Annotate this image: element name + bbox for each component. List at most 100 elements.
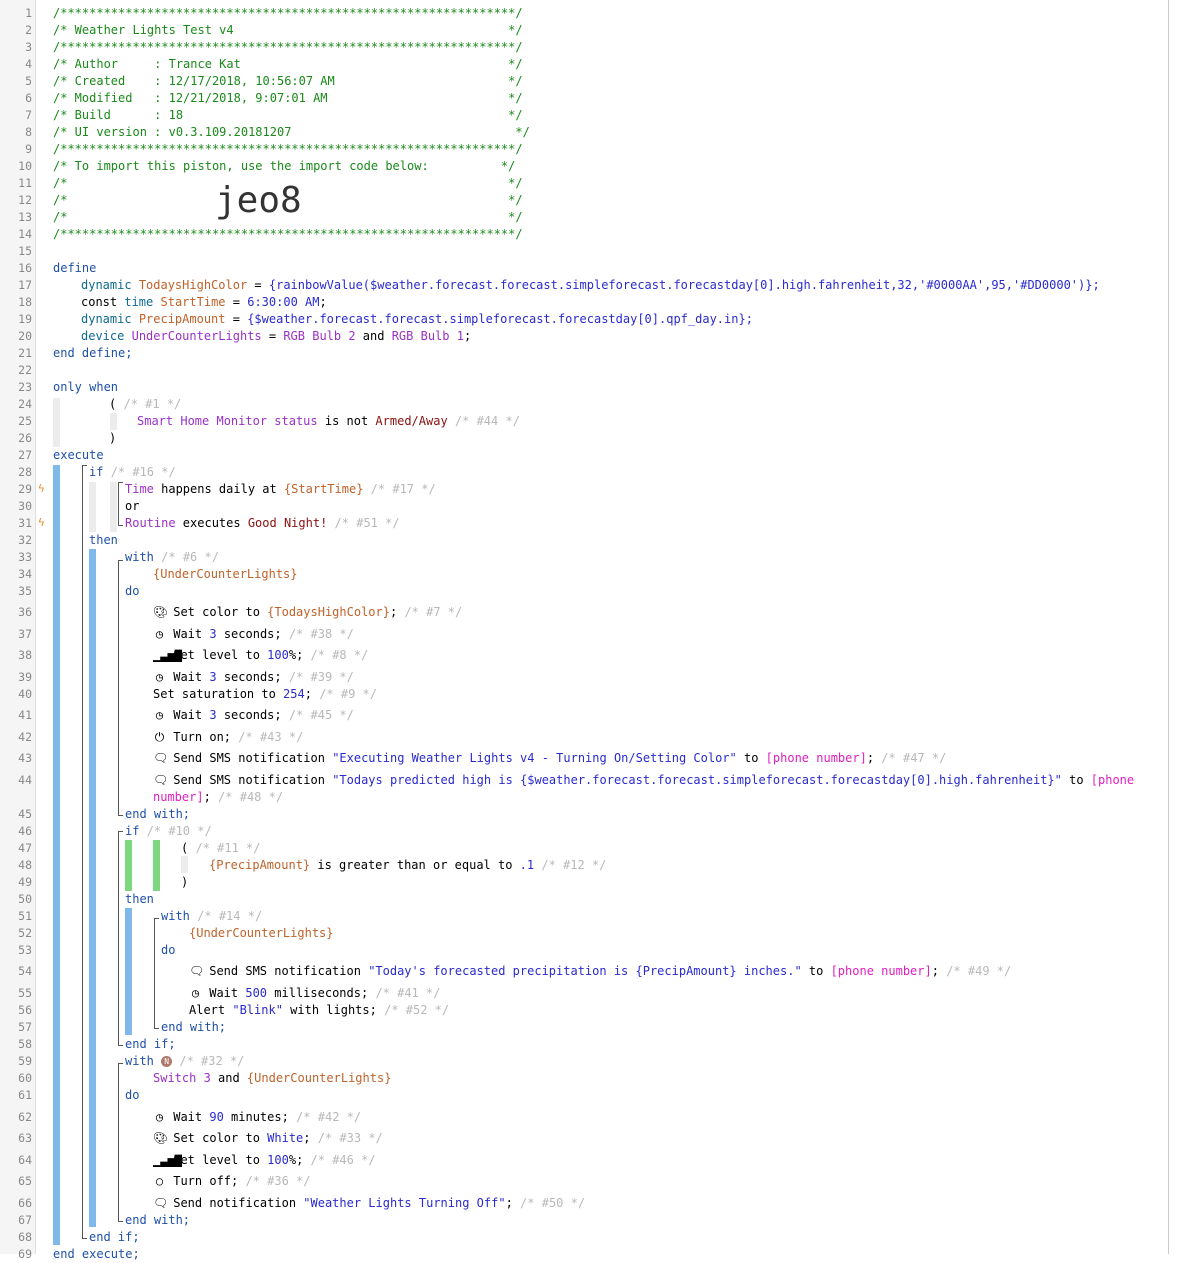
line-number: 47 bbox=[18, 841, 32, 855]
task-wait[interactable]: ◷ Wait 500 milliseconds; /* #41 */ bbox=[189, 985, 441, 1002]
line-number: 3 bbox=[25, 40, 32, 54]
line-number: 68 bbox=[18, 1230, 32, 1244]
task-send-sms[interactable]: 🗨︎ Send SMS notification "Executing Weat… bbox=[153, 750, 946, 767]
line-number: 36 bbox=[18, 605, 32, 619]
line-number: 33 bbox=[18, 550, 32, 564]
line-number: 42 bbox=[18, 730, 32, 744]
execute-bar bbox=[53, 465, 60, 1245]
task-send-sms[interactable]: 🗨︎ Send SMS notification "Todays predict… bbox=[153, 772, 1134, 789]
task-wait[interactable]: ◷ Wait 90 minutes; /* #42 */ bbox=[153, 1109, 361, 1126]
task-set-saturation[interactable]: Set saturation to 254; /* #9 */ bbox=[153, 686, 377, 703]
signal-bars-icon: ▁▃▅▇ bbox=[153, 648, 182, 662]
end-execute-keyword[interactable]: end execute; bbox=[53, 1246, 140, 1263]
end-define-keyword[interactable]: end define; bbox=[53, 345, 132, 362]
comment-border: /***************************************… bbox=[53, 6, 523, 20]
line-number: 26 bbox=[18, 431, 32, 445]
line-number: 41 bbox=[18, 708, 32, 722]
task-set-color[interactable]: 🎨︎ Set color to White; /* #33 */ bbox=[153, 1130, 383, 1147]
line-number: 38 bbox=[18, 648, 32, 662]
or-operator[interactable]: or bbox=[125, 498, 139, 515]
line-number: 16 bbox=[18, 261, 32, 275]
line-number: 55 bbox=[18, 986, 32, 1000]
condition-group-open[interactable]: ( /* #1 */ bbox=[109, 396, 181, 413]
with-bracket bbox=[154, 918, 159, 1029]
then-keyword[interactable]: then bbox=[125, 891, 154, 908]
import-code[interactable]: jeo8 bbox=[215, 180, 302, 221]
line-number: 5 bbox=[25, 74, 32, 88]
do-keyword[interactable]: do bbox=[161, 942, 175, 959]
task-send-sms-continued[interactable]: number]; /* #48 */ bbox=[153, 789, 283, 806]
variable-todays-high-color[interactable]: dynamic TodaysHighColor = {rainbowValue(… bbox=[81, 277, 1100, 294]
comment-icon: 🗨︎ bbox=[189, 964, 205, 978]
condition-shm-status[interactable]: Smart Home Monitor status is not Armed/A… bbox=[137, 413, 520, 430]
execute-keyword[interactable]: execute bbox=[53, 447, 104, 464]
task-wait[interactable]: ◷ Wait 3 seconds; /* #45 */ bbox=[153, 707, 354, 724]
variable-precip-amount[interactable]: dynamic PrecipAmount = {$weather.forecas… bbox=[81, 311, 753, 328]
comment-icon: 🗨︎ bbox=[153, 773, 169, 787]
line-number: 61 bbox=[18, 1088, 32, 1102]
variable-under-counter-lights[interactable]: device UnderCounterLights = RGB Bulb 2 a… bbox=[81, 328, 471, 345]
end-with-keyword[interactable]: end with; bbox=[161, 1019, 226, 1036]
condition-bracket bbox=[118, 482, 123, 526]
then-keyword[interactable]: then bbox=[89, 532, 118, 549]
line-number: 62 bbox=[18, 1110, 32, 1124]
with-statement[interactable]: with /* #14 */ bbox=[161, 908, 262, 925]
only-when-keyword[interactable]: only when bbox=[53, 379, 118, 396]
task-set-color[interactable]: 🎨︎ Set color to {TodaysHighColor}; /* #7… bbox=[153, 604, 462, 621]
task-send-notification[interactable]: 🗨︎ Send notification "Weather Lights Tur… bbox=[153, 1195, 585, 1212]
trigger-routine[interactable]: Routine executes Good Night! /* #51 */ bbox=[125, 515, 400, 532]
end-with-keyword[interactable]: end with; bbox=[125, 806, 190, 823]
condition-group-close[interactable]: ) bbox=[181, 874, 188, 891]
line-number: 29 bbox=[18, 482, 32, 496]
line-number: 27 bbox=[18, 448, 32, 462]
if-statement[interactable]: if /* #10 */ bbox=[125, 823, 212, 840]
comment-author: /* Author : Trance Kat */ bbox=[53, 57, 523, 71]
power-icon: ⏻ bbox=[154, 730, 165, 744]
line-number: 60 bbox=[18, 1071, 32, 1085]
trigger-time[interactable]: Time happens daily at {StartTime} /* #17… bbox=[125, 481, 436, 498]
clock-icon: ◷ bbox=[155, 708, 164, 722]
task-wait[interactable]: ◷ Wait 3 seconds; /* #39 */ bbox=[153, 669, 354, 686]
line-number: 22 bbox=[18, 363, 32, 377]
do-keyword[interactable]: do bbox=[125, 1087, 139, 1104]
line-number: 52 bbox=[18, 926, 32, 940]
condition-group-bar bbox=[181, 856, 188, 873]
task-turn-on[interactable]: ⏻ Turn on; /* #43 */ bbox=[153, 729, 304, 746]
line-number: 50 bbox=[18, 892, 32, 906]
with-statement[interactable]: with /* #6 */ bbox=[125, 549, 219, 566]
task-set-level[interactable]: ▁▃▅▇ Set level to 100%; /* #46 */ bbox=[153, 1152, 376, 1169]
device-ref[interactable]: Switch 3 and {UnderCounterLights} bbox=[153, 1070, 391, 1087]
task-send-sms[interactable]: 🗨︎ Send SMS notification "Today's foreca… bbox=[189, 963, 1011, 980]
device-ref[interactable]: {UnderCounterLights} bbox=[189, 925, 334, 942]
device-ref[interactable]: {UnderCounterLights} bbox=[153, 566, 298, 583]
with-bracket bbox=[118, 560, 123, 816]
task-set-level[interactable]: ▁▃▅▇ Set level to 100%; /* #8 */ bbox=[153, 647, 368, 664]
comment-ui-version: /* UI version : v0.3.109.20181207 */ bbox=[53, 125, 530, 139]
condition-group-open[interactable]: ( /* #11 */ bbox=[181, 840, 261, 857]
end-with-keyword[interactable]: end with; bbox=[125, 1212, 190, 1229]
line-number: 11 bbox=[18, 176, 32, 190]
task-wait[interactable]: ◷ Wait 3 seconds; /* #38 */ bbox=[153, 626, 354, 643]
then-bar bbox=[125, 908, 132, 1035]
end-if-keyword[interactable]: end if; bbox=[89, 1229, 140, 1246]
line-number: 1 bbox=[25, 6, 32, 20]
line-number: 54 bbox=[18, 964, 32, 978]
line-number: 10 bbox=[18, 159, 32, 173]
line-number: 9 bbox=[25, 142, 32, 156]
task-turn-off[interactable]: ○ Turn off; /* #36 */ bbox=[153, 1173, 311, 1190]
then-bar bbox=[89, 549, 96, 1227]
signal-bars-icon: ▁▃▅▇ bbox=[153, 1153, 182, 1167]
line-number: 34 bbox=[18, 567, 32, 581]
condition-group-close[interactable]: ) bbox=[109, 430, 116, 447]
with-statement[interactable]: with N /* #32 */ bbox=[125, 1053, 244, 1070]
variable-start-time[interactable]: const time StartTime = 6:30:00 AM; bbox=[81, 294, 327, 311]
do-keyword[interactable]: do bbox=[125, 583, 139, 600]
condition-precip[interactable]: {PrecipAmount} is greater than or equal … bbox=[209, 857, 606, 874]
if-statement[interactable]: if /* #16 */ bbox=[89, 464, 176, 481]
line-number: 31 bbox=[18, 516, 32, 530]
line-number: 7 bbox=[25, 108, 32, 122]
line-number: 15 bbox=[18, 244, 32, 258]
end-if-keyword[interactable]: end if; bbox=[125, 1036, 176, 1053]
task-alert[interactable]: Alert "Blink" with lights; /* #52 */ bbox=[189, 1002, 449, 1019]
define-keyword[interactable]: define bbox=[53, 260, 96, 277]
